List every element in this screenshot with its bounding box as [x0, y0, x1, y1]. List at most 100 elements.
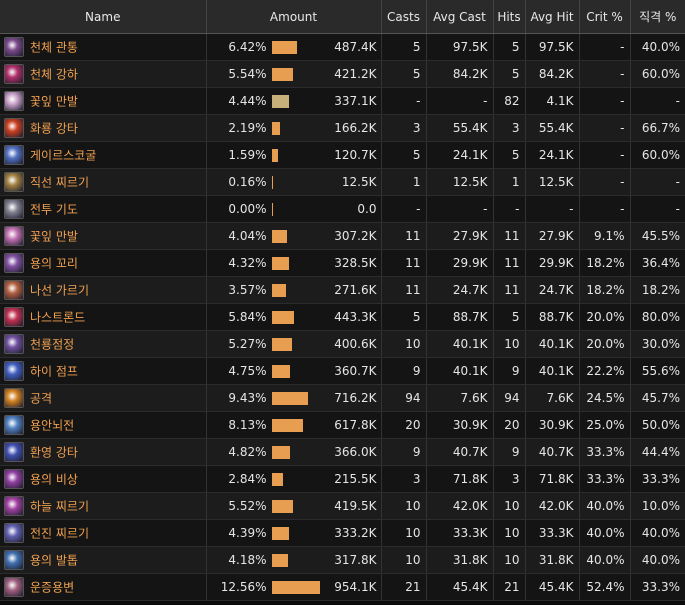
amount-cell: 0.16% 12.5K [206, 168, 382, 196]
skill-name: 용안뇌전 [30, 418, 75, 433]
column-header-avg-cast[interactable]: Avg Cast [426, 0, 494, 34]
skill-name: 화룡 강타 [30, 121, 78, 136]
hits-cell: 3 [493, 114, 526, 142]
amount-bar [271, 68, 293, 81]
amount-value: 337.1K [334, 94, 377, 108]
avg-cast-cell: 40.1K [426, 330, 494, 358]
table-row[interactable]: 게이르스코굴 1.59% 120.7K 5 24.1K 5 24.1K -60.0% [0, 141, 685, 169]
avg-cast-cell: 7.6K [426, 384, 494, 412]
skill-name: 전투 기도 [30, 202, 78, 217]
dragon-rise-icon [4, 469, 24, 489]
amount-cell: 12.56% 954.1K [206, 573, 382, 601]
crit-cell: - [579, 168, 631, 196]
avg-hit-cell: 42.0K [525, 492, 580, 520]
table-row[interactable]: 용의 비상 2.84% 215.5K 3 71.8K 3 71.8K 33.3% 33.3% [0, 465, 685, 493]
hits-cell: 20 [493, 411, 526, 439]
avg-hit-cell: 31.8K [525, 546, 580, 574]
skill-cell: 천체 관통 [0, 33, 207, 61]
column-header-avg-hit[interactable]: Avg Hit [525, 0, 580, 34]
amount-bar [271, 149, 278, 162]
amount-cell: 4.44% 337.1K [206, 87, 382, 115]
skill-cell: 나선 가르기 [0, 276, 207, 304]
avg-cast-cell: 24.7K [426, 276, 494, 304]
table-row[interactable]: 천체 관통 6.42% 487.4K 5 97.5K 5 97.5K -40.0% [0, 33, 685, 61]
casts-cell: 20 [381, 411, 427, 439]
table-row[interactable]: 용의 꼬리 4.32% 328.5K 11 29.9K 11 29.9K 18.2% 36.4% [0, 249, 685, 277]
skill-name: 나선 가르기 [30, 283, 90, 298]
amount-cell: 8.13% 617.8K [206, 411, 382, 439]
amount-percent: 4.18% [228, 553, 267, 567]
amount-bar [271, 500, 293, 513]
column-header-casts[interactable]: Casts [381, 0, 427, 34]
amount-bar [271, 41, 297, 54]
amount-bar [271, 554, 288, 567]
avg-hit-cell: 24.1K [525, 141, 580, 169]
amount-cell: 4.32% 328.5K [206, 249, 382, 277]
table-row[interactable]: 하이 점프 4.75% 360.7K 9 40.1K 9 40.1K 22.2% 55.6% [0, 357, 685, 385]
skill-cell: 직선 찌르기 [0, 168, 207, 196]
skill-name: 게이르스코굴 [30, 148, 97, 163]
pink-orb-icon [4, 64, 24, 84]
table-row[interactable]: 나선 가르기 3.57% 271.6K 11 24.7K 11 24.7K 18.2% 18.2… [0, 276, 685, 304]
amount-percent: 3.57% [228, 283, 267, 297]
amount-value: 120.7K [334, 148, 377, 162]
dragon-thunder-icon [4, 415, 24, 435]
avg-cast-cell: - [426, 195, 494, 223]
column-header-amount[interactable]: Amount [206, 0, 382, 34]
amount-value: 366.0K [334, 445, 377, 459]
table-row[interactable]: 공격 9.43% 716.2K 94 7.6K 94 7.6K 24.5% 45.7% [0, 384, 685, 412]
avg-cast-cell: 33.3K [426, 519, 494, 547]
column-header-hits[interactable]: Hits [493, 0, 526, 34]
column-header-name[interactable]: Name [0, 0, 207, 34]
amount-bar [271, 95, 289, 108]
table-row[interactable]: 천체 강하 5.54% 421.2K 5 84.2K 5 84.2K -60.0% [0, 60, 685, 88]
table-row[interactable]: 직선 찌르기 0.16% 12.5K 1 12.5K 1 12.5K - - [0, 168, 685, 196]
avg-hit-cell: 7.6K [525, 384, 580, 412]
avg-hit-cell: 4.1K [525, 87, 580, 115]
hits-cell: 3 [493, 465, 526, 493]
casts-cell: 10 [381, 330, 427, 358]
skill-cell: 환영 강타 [0, 438, 207, 466]
column-header-crit[interactable]: Crit % [579, 0, 631, 34]
skill-cell: 나스트론드 [0, 303, 207, 331]
crit-cell: 25.0% [579, 411, 631, 439]
amount-percent: 4.44% [228, 94, 267, 108]
amount-cell: 2.19% 166.2K [206, 114, 382, 142]
crit-cell: 40.0% [579, 546, 631, 574]
table-row[interactable]: 용의 발톱 4.18% 317.8K 10 31.8K 10 31.8K 40.0% 40.0% [0, 546, 685, 574]
column-header-direct-hit[interactable]: 직격 % [630, 0, 685, 34]
table-row[interactable]: 전진 찌르기 4.39% 333.2K 10 33.3K 10 33.3K 40.0% 40.0… [0, 519, 685, 547]
skill-cell: 공격 [0, 384, 207, 412]
direct-hit-cell: 30.0% [630, 330, 685, 358]
skill-name: 천체 관통 [30, 40, 78, 55]
table-row[interactable]: 꽃잎 만발 4.44% 337.1K - -82 4.1K - - [0, 87, 685, 115]
amount-cell: 4.75% 360.7K [206, 357, 382, 385]
table-row[interactable]: 하늘 찌르기 5.52% 419.5K 10 42.0K 10 42.0K 40.0% 10.0… [0, 492, 685, 520]
skill-name: 하이 점프 [30, 364, 78, 379]
avg-hit-cell: 40.7K [525, 438, 580, 466]
table-row[interactable]: 용안뇌전 8.13% 617.8K 20 30.9K 20 30.9K 25.0% 50.0% [0, 411, 685, 439]
skill-cell: 천룡점정 [0, 330, 207, 358]
hits-cell: 10 [493, 546, 526, 574]
amount-cell: 4.82% 366.0K [206, 438, 382, 466]
direct-hit-cell: 60.0% [630, 141, 685, 169]
table-row[interactable]: 꽃잎 만발 4.04% 307.2K 11 27.9K 11 27.9K 9.1% 45.5% [0, 222, 685, 250]
table-row[interactable]: 화룡 강타 2.19% 166.2K 3 55.4K 3 55.4K -66.7% [0, 114, 685, 142]
table-row[interactable]: 천룡점정 5.27% 400.6K 10 40.1K 10 40.1K 20.0% 30.0% [0, 330, 685, 358]
petal-icon [4, 91, 24, 111]
crit-cell: 20.0% [579, 330, 631, 358]
amount-value: 716.2K [334, 391, 377, 405]
hits-cell: 21 [493, 573, 526, 601]
skill-cell: 용안뇌전 [0, 411, 207, 439]
amount-percent: 9.43% [228, 391, 267, 405]
prayer-icon [4, 199, 24, 219]
amount-cell: 4.39% 333.2K [206, 519, 382, 547]
skill-cell: 용의 발톱 [0, 546, 207, 574]
table-row[interactable]: 운증용변 12.56% 954.1K 21 45.4K 21 45.4K 52.4% 33.3% [0, 573, 685, 601]
table-row[interactable]: 환영 강타 4.82% 366.0K 9 40.7K 9 40.7K 33.3% 44.4% [0, 438, 685, 466]
crit-cell: 33.3% [579, 465, 631, 493]
amount-cell: 0.00% 0.0 [206, 195, 382, 223]
table-row[interactable]: 나스트론드 5.84% 443.3K 5 88.7K 5 88.7K 20.0% 80.0% [0, 303, 685, 331]
spiral-icon [4, 280, 24, 300]
table-row[interactable]: 전투 기도 0.00% 0.0- - - - - - [0, 195, 685, 223]
